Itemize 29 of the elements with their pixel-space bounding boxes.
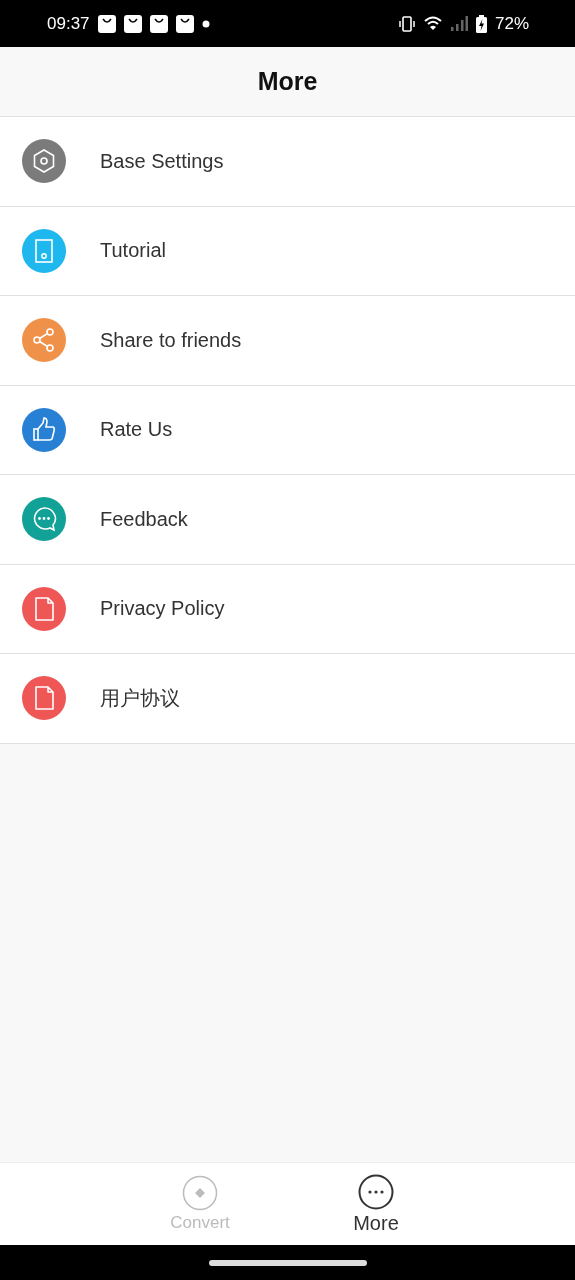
menu-item[interactable]: Tutorial xyxy=(0,206,575,296)
menu-item[interactable]: Feedback xyxy=(0,475,575,565)
shopping-bag-icon xyxy=(149,14,168,33)
menu-item[interactable]: Base Settings xyxy=(0,117,575,207)
menu-item[interactable]: Privacy Policy xyxy=(0,564,575,654)
status-time: 09:37 xyxy=(47,13,90,34)
shopping-bag-icon xyxy=(97,14,116,33)
tab[interactable]: More xyxy=(288,1163,464,1245)
menu-item-label: 用户协议 xyxy=(100,685,180,711)
dot-icon xyxy=(201,19,210,28)
shopping-bag-icon xyxy=(123,14,142,33)
menu-item[interactable]: Share to friends xyxy=(0,296,575,386)
shopping-bag-icon xyxy=(175,14,194,33)
page-title: More xyxy=(257,67,318,96)
menu-item-label: Feedback xyxy=(100,507,188,531)
signal-icon xyxy=(449,16,468,31)
menu-item[interactable]: Rate Us xyxy=(0,385,575,475)
battery-charging-icon xyxy=(475,14,487,33)
more-icon xyxy=(358,1173,394,1210)
menu-item-label: Privacy Policy xyxy=(100,597,225,621)
menu-item-label: Base Settings xyxy=(100,149,224,173)
menu-item-label: Tutorial xyxy=(100,239,166,263)
wifi-icon xyxy=(423,16,442,31)
menu-item-label: Share to friends xyxy=(100,328,242,352)
home-indicator[interactable] xyxy=(208,1259,367,1266)
menu-item-label: Rate Us xyxy=(100,418,173,442)
menu-item[interactable]: 用户协议 xyxy=(0,654,575,744)
vibrate-icon xyxy=(397,15,416,32)
battery-percentage: 72% xyxy=(494,13,529,34)
